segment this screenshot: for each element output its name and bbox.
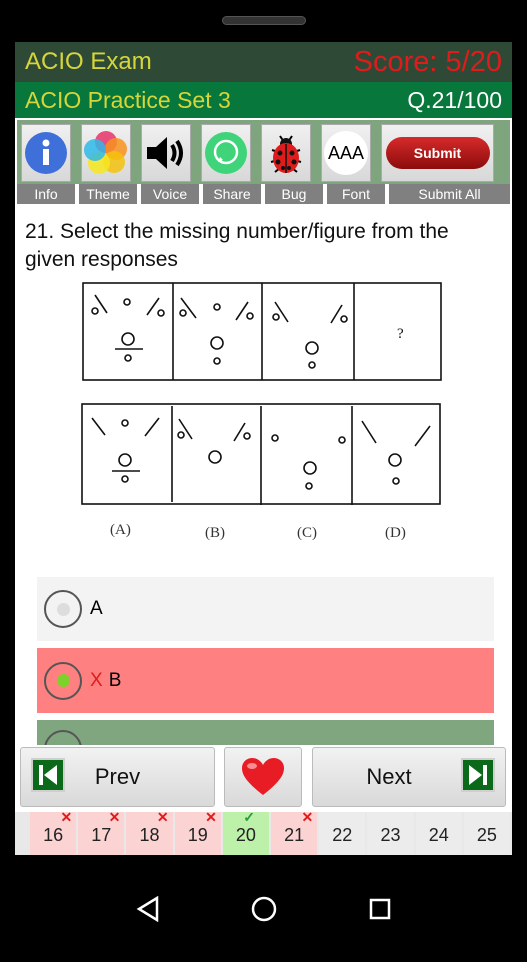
question-number-label: 17	[91, 825, 112, 845]
question-number-21[interactable]: 21 ✕	[271, 809, 318, 855]
question-number-label: 18	[139, 825, 160, 845]
question-number-17[interactable]: 17 ✕	[78, 809, 125, 855]
answer-label-a: (A)	[110, 522, 131, 538]
radio-a[interactable]	[44, 590, 82, 628]
subheader-bar: ACIO Practice Set 3 Q.21/100	[15, 82, 512, 120]
wrong-mark-icon: ✕	[205, 809, 217, 825]
next-button[interactable]: Next	[312, 747, 506, 807]
bug-button[interactable]	[261, 124, 311, 182]
question-number-label: 19	[187, 825, 208, 845]
whatsapp-icon	[205, 132, 247, 174]
prev-button[interactable]: Prev	[20, 747, 215, 807]
question-number-strip: 16 ✕ 17 ✕ 18 ✕ 19 ✕ 20 ✓ 21 ✕ 22 23 24 25	[15, 809, 512, 855]
wrong-mark-icon: ✕	[60, 809, 73, 825]
set-title: ACIO Practice Set 3	[25, 86, 231, 113]
question-number-label: 23	[380, 825, 401, 845]
toolbar-labels: Info Theme Voice Share Bug Font Submit A…	[17, 184, 510, 204]
next-icon	[461, 758, 495, 792]
option-a[interactable]: A	[37, 577, 494, 641]
voice-button[interactable]	[141, 124, 191, 182]
answer-row	[81, 403, 441, 505]
app-screen: ACIO Exam Score: 5/20 ACIO Practice Set …	[15, 42, 512, 855]
header-bar: ACIO Exam Score: 5/20	[15, 42, 512, 82]
question-number-label: 25	[476, 825, 497, 845]
question-counter: Q.21/100	[407, 86, 502, 113]
question-number-18[interactable]: 18 ✕	[126, 809, 173, 855]
question-number-label: 21	[284, 825, 305, 845]
question-number-20[interactable]: 20 ✓	[222, 809, 270, 855]
ladybug-icon	[270, 135, 302, 173]
phone-speaker	[222, 16, 306, 25]
question-number-23[interactable]: 23	[367, 812, 414, 855]
heart-icon	[242, 758, 284, 795]
home-icon[interactable]	[250, 895, 278, 923]
question-number-19[interactable]: 19 ✕	[174, 809, 221, 855]
question-figure: ? (A) (B) (C) (D)	[81, 282, 442, 541]
speaker-icon	[147, 137, 183, 169]
question-number-label: 22	[332, 825, 353, 845]
bug-label[interactable]: Bug	[265, 184, 323, 204]
nav-bar: Prev Next	[15, 745, 512, 812]
prev-label: Prev	[94, 764, 141, 789]
font-button[interactable]: AAA	[321, 124, 371, 182]
question-number-label: 20	[235, 825, 256, 845]
theme-label[interactable]: Theme	[79, 184, 137, 204]
answer-label-b: (B)	[205, 525, 225, 541]
submit-all-button[interactable]: Submit	[381, 124, 494, 182]
question-number-25[interactable]: 25	[463, 812, 511, 855]
info-icon	[25, 132, 67, 174]
question-number-label: 16	[43, 825, 64, 845]
check-mark-icon: ✓	[243, 809, 256, 825]
system-nav-bar	[0, 855, 527, 962]
question-number-16[interactable]: 16 ✕	[30, 809, 77, 855]
wrong-mark: X	[90, 669, 103, 691]
app-title: ACIO Exam	[25, 48, 152, 75]
question-number-22[interactable]: 22	[319, 812, 366, 855]
missing-figure-mark: ?	[397, 326, 404, 342]
option-b[interactable]: X B	[37, 648, 494, 713]
radio-b[interactable]	[44, 661, 82, 700]
answer-label-d: (D)	[385, 525, 406, 541]
wrong-mark-icon: ✕	[108, 809, 121, 825]
theme-icon	[84, 131, 127, 174]
theme-button[interactable]	[81, 124, 131, 182]
info-button[interactable]	[21, 124, 71, 182]
answer-label-c: (C)	[297, 525, 317, 541]
wrong-mark-icon: ✕	[301, 809, 314, 825]
back-icon[interactable]	[135, 895, 161, 922]
wrong-mark-icon: ✕	[156, 809, 169, 825]
option-a-label: A	[90, 598, 103, 619]
font-label[interactable]: Font	[327, 184, 385, 204]
problem-row	[82, 282, 442, 381]
toolbar: AAA Submit	[17, 120, 510, 184]
voice-label[interactable]: Voice	[141, 184, 199, 204]
share-label[interactable]: Share	[203, 184, 261, 204]
favorite-button[interactable]	[224, 747, 302, 807]
submit-icon: Submit	[385, 137, 490, 169]
question-number-24[interactable]: 24	[415, 812, 462, 855]
score: Score: 5/20	[353, 45, 502, 78]
font-size-icon: AAA	[324, 131, 368, 175]
question-number-label: 24	[428, 825, 449, 845]
prev-icon	[31, 758, 65, 792]
share-button[interactable]	[201, 124, 251, 182]
question-text: 21. Select the missing number/figure fro…	[25, 220, 449, 271]
next-label: Next	[366, 764, 412, 789]
option-b-label: B	[108, 669, 122, 691]
recents-icon[interactable]	[368, 897, 392, 921]
info-label[interactable]: Info	[17, 184, 75, 204]
submit-all-label[interactable]: Submit All	[389, 184, 510, 204]
